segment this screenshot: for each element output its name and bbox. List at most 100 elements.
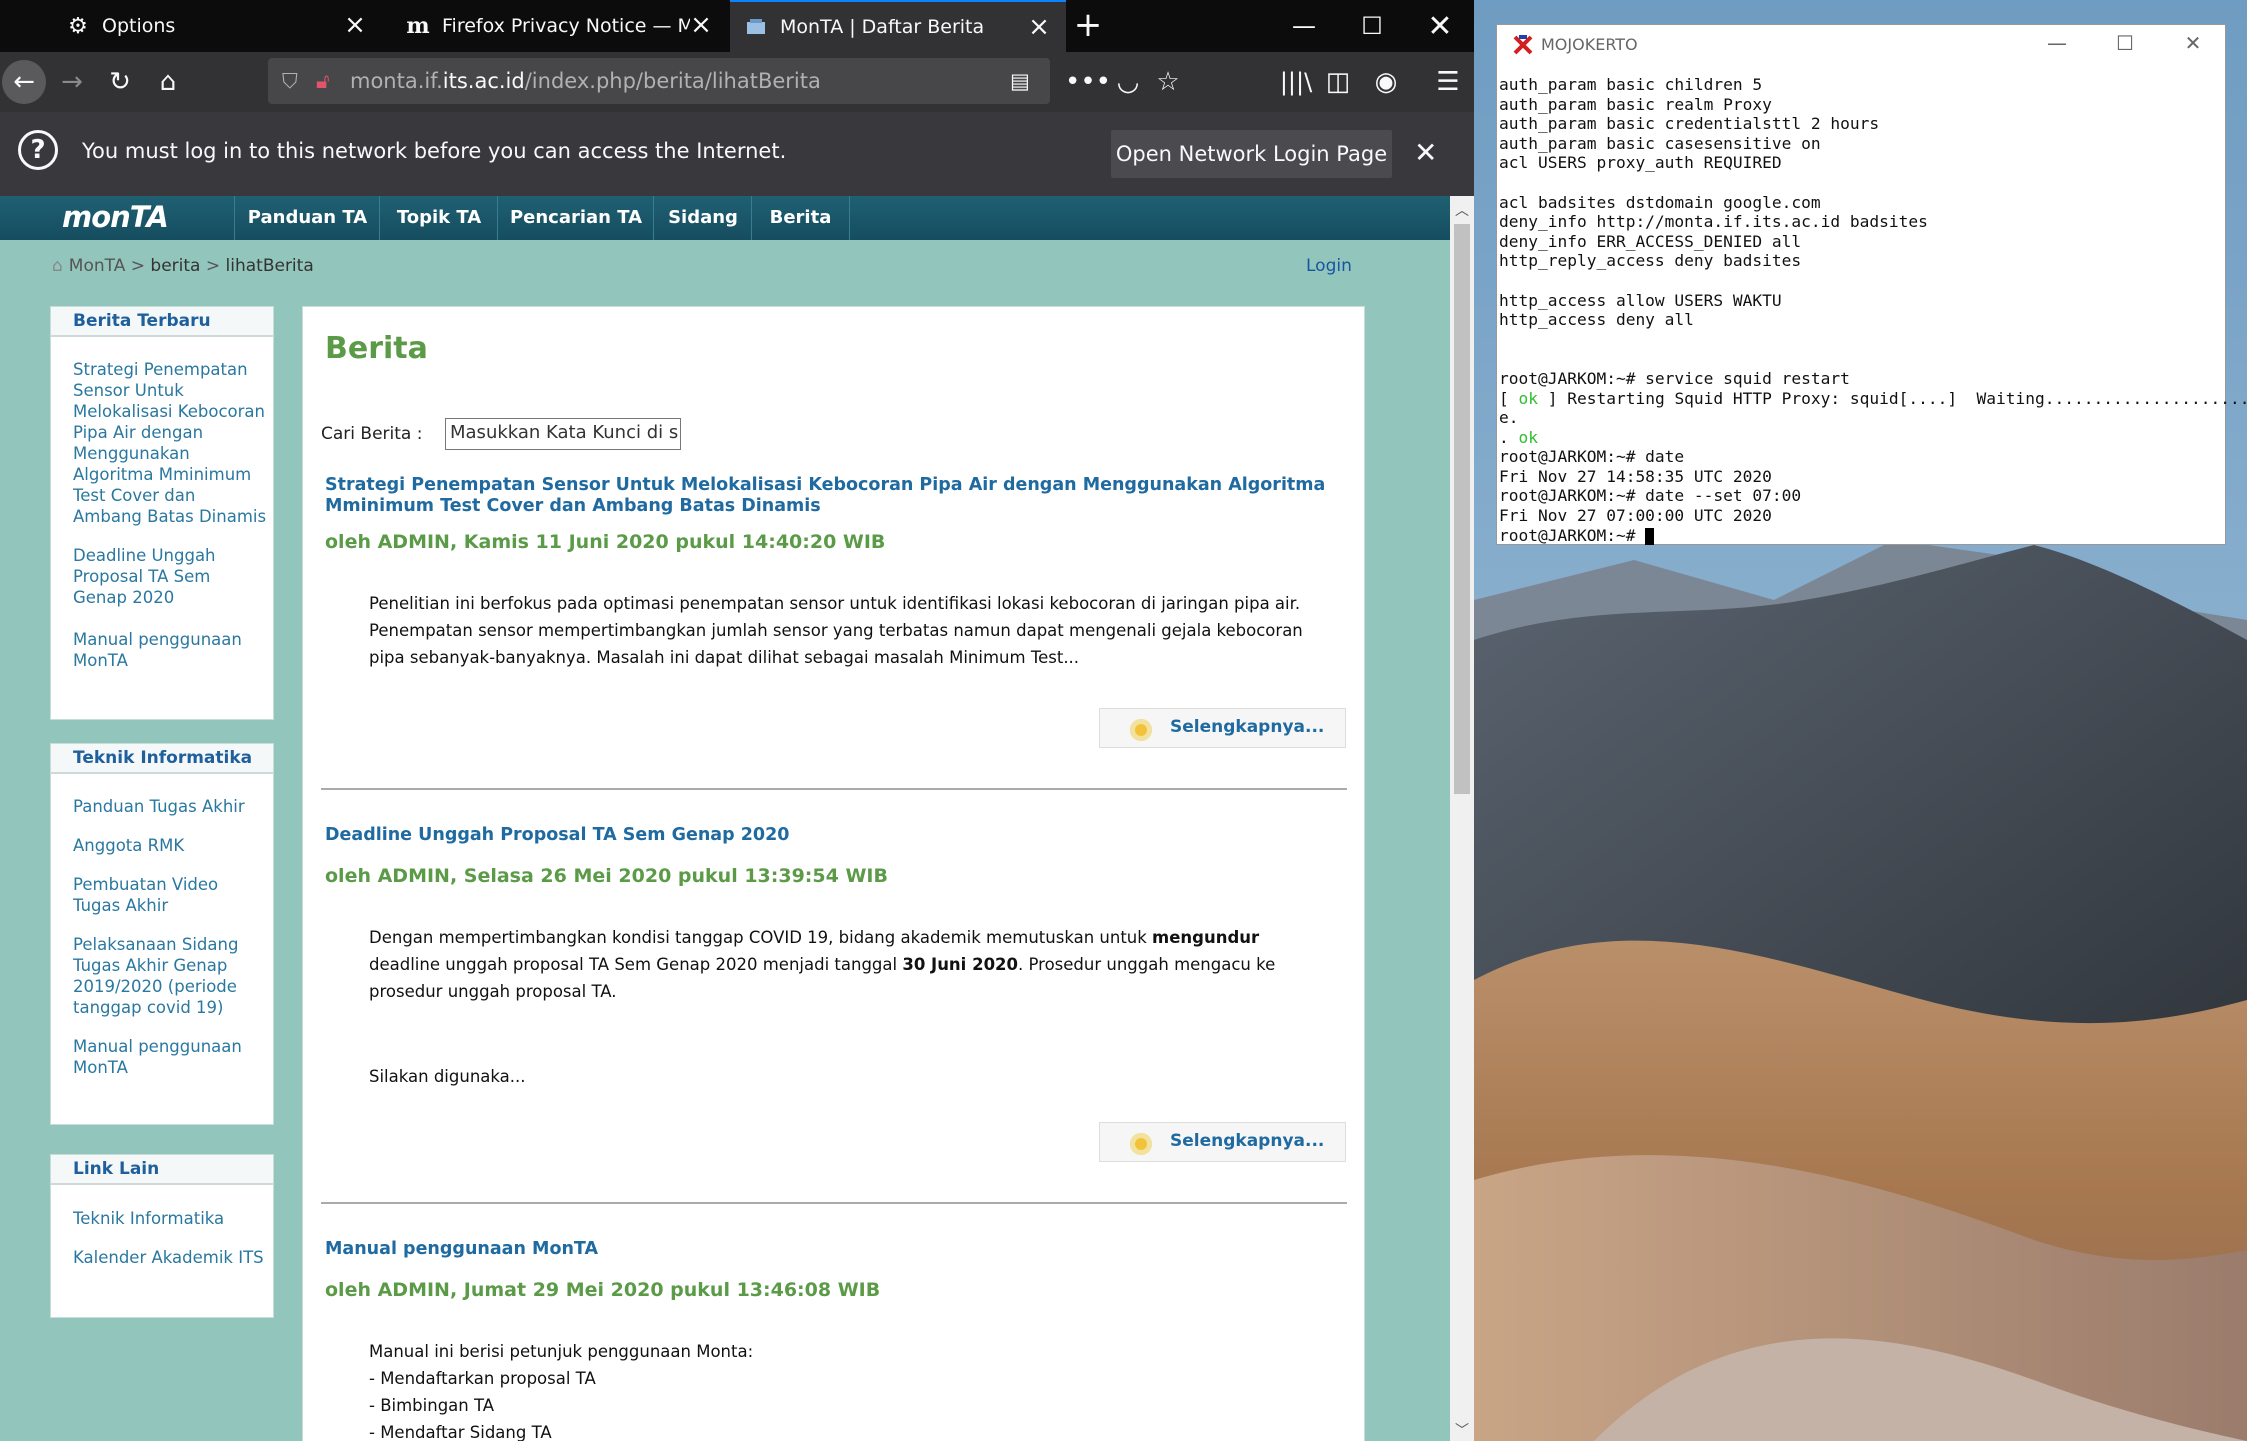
breadcrumb-home[interactable]: MonTA [69, 256, 126, 276]
summary-line: - Mendaftar Sidang TA [369, 1423, 552, 1441]
scrollbar-thumb[interactable] [1454, 224, 1470, 794]
home-icon: ⌂ [52, 256, 63, 276]
reader-view-icon[interactable]: ▤ [1010, 69, 1030, 93]
maximize-button[interactable]: ☐ [2095, 31, 2155, 55]
shield-icon[interactable]: ⛉ [282, 69, 302, 94]
terminal-line: Fri Nov 27 07:00:00 UTC 2020 [1499, 506, 1772, 526]
sidebar-icon[interactable]: ◫ [1320, 64, 1356, 100]
page-scrollbar[interactable]: ︿ ﹀ [1450, 196, 1474, 1441]
summary-text: Dengan mempertimbangkan kondisi tanggap … [369, 928, 1153, 947]
terminal-text: . [1499, 427, 1519, 447]
minimize-button[interactable]: — [1270, 0, 1338, 52]
breadcrumb-section[interactable]: berita [150, 256, 200, 276]
close-icon[interactable]: ✕ [1414, 136, 1437, 169]
read-more-button[interactable]: Selengkapnya... [1099, 708, 1346, 748]
library-icon[interactable]: |||\ [1278, 64, 1314, 100]
terminal-titlebar[interactable]: MOJOKERTO — ☐ ✕ [1497, 25, 2225, 61]
sidebar-link[interactable]: Manual penggunaan MonTA [73, 629, 269, 671]
captive-portal-notification: ? You must log in to this network before… [0, 112, 1474, 196]
web-page: monTA Panduan TA Topik TA Pencarian TA S… [0, 196, 1450, 1441]
breadcrumb-page: lihatBerita [225, 256, 314, 276]
insecure-lock-icon[interactable]: 🔓︎ [316, 69, 336, 94]
site-logo[interactable]: monTA [62, 200, 169, 234]
site-navbar: monTA Panduan TA Topik TA Pencarian TA S… [0, 196, 1450, 240]
terminal-window[interactable]: MOJOKERTO — ☐ ✕ auth_param basic childre… [1496, 24, 2247, 545]
menu-icon[interactable]: ☰ [1430, 64, 1466, 100]
close-icon[interactable]: × [688, 10, 714, 40]
summary-line: - Bimbingan TA [369, 1396, 495, 1415]
minimize-button[interactable]: — [2027, 31, 2087, 55]
sidebar-link[interactable]: Anggota RMK [73, 835, 269, 856]
close-icon[interactable]: × [1026, 12, 1052, 42]
sidebar-link[interactable]: Pelaksanaan Sidang Tugas Akhir Genap 201… [73, 934, 269, 1018]
breadcrumb: ⌂ MonTA > berita > lihatBerita [52, 256, 314, 276]
menu-panduan-ta[interactable]: Panduan TA [234, 196, 380, 240]
read-more-label: Selengkapnya... [1170, 1131, 1325, 1151]
sidebar-link[interactable]: Pembuatan Video Tugas Akhir [73, 874, 269, 916]
bookmark-star-icon[interactable]: ☆ [1150, 64, 1186, 100]
sidebar-link[interactable]: Teknik Informatika [73, 1208, 269, 1229]
sidebar-link[interactable]: Deadline Unggah Proposal TA Sem Genap 20… [73, 545, 269, 608]
account-icon[interactable]: ◉ [1368, 64, 1404, 100]
tab-monta-daftar-berita[interactable]: MonTA | Daftar Berita × [730, 0, 1066, 52]
terminal-line: root@JARKOM:~# service squid restart [1499, 368, 1850, 388]
article-title-link[interactable]: Deadline Unggah Proposal TA Sem Genap 20… [325, 825, 1355, 846]
page-actions-icon[interactable]: ••• [1065, 64, 1111, 100]
sidebox-link-lain: Link Lain Teknik Informatika Kalender Ak… [50, 1154, 274, 1318]
tab-label: MonTA | Daftar Berita [780, 16, 985, 38]
sidebar-link[interactable]: Panduan Tugas Akhir [73, 796, 269, 817]
home-button[interactable]: ⌂ [150, 64, 186, 100]
summary-bold: 30 Juni 2020 [902, 955, 1019, 974]
sidebar-link[interactable]: Manual penggunaan MonTA [73, 1036, 269, 1078]
terminal-ok: ok [1518, 427, 1539, 447]
login-link[interactable]: Login [1306, 256, 1352, 276]
menu-pencarian-ta[interactable]: Pencarian TA [497, 196, 654, 240]
article-summary: Manual ini berisi petunjuk penggunaan Mo… [369, 1338, 1319, 1441]
maximize-button[interactable]: ☐ [1338, 0, 1406, 52]
open-network-login-button[interactable]: Open Network Login Page [1111, 130, 1392, 178]
article-title-link[interactable]: Manual penggunaan MonTA [325, 1239, 1355, 1260]
scroll-up-icon[interactable]: ︿ [1454, 200, 1470, 220]
sidebar-link[interactable]: Kalender Akademik ITS [73, 1247, 269, 1268]
search-input[interactable]: Masukkan Kata Kunci di s [445, 418, 681, 450]
article-summary-continued: Silakan digunaka... [369, 1067, 526, 1086]
back-button[interactable]: ← [2, 60, 46, 104]
menu-topik-ta[interactable]: Topik TA [379, 196, 498, 240]
sidebox-berita-terbaru: Berita Terbaru Strategi Penempatan Senso… [50, 306, 274, 720]
menu-berita[interactable]: Berita [751, 196, 850, 240]
sidebox-title: Link Lain [51, 1155, 273, 1185]
reload-button[interactable]: ↻ [102, 64, 138, 100]
terminal-line: deny_info ERR_ACCESS_DENIED all [1499, 231, 1802, 251]
terminal-text: ] Restarting Squid HTTP Proxy: squid[...… [1538, 388, 2247, 408]
window-close-button[interactable]: ✕ [2163, 31, 2223, 55]
new-tab-button[interactable]: + [1070, 8, 1106, 44]
tab-privacy-notice[interactable]: m Firefox Privacy Notice — Mozilla × [392, 0, 728, 52]
breadcrumb-separator: > [200, 256, 226, 276]
close-icon[interactable]: × [342, 10, 368, 40]
terminal-text: [ [1499, 388, 1519, 408]
summary-line: - Mendaftarkan proposal TA [369, 1369, 596, 1388]
forward-button[interactable]: → [54, 64, 90, 100]
divider [321, 788, 1347, 790]
sidebox-title: Teknik Informatika [51, 744, 273, 774]
terminal-text: e. [1499, 408, 1519, 428]
eye-icon [1130, 1133, 1152, 1155]
gear-icon: ⚙ [68, 13, 88, 39]
sidebox-teknik-informatika: Teknik Informatika Panduan Tugas Akhir A… [50, 743, 274, 1125]
scroll-down-icon[interactable]: ﹀ [1454, 1420, 1470, 1440]
url-bar[interactable]: ⛉ 🔓︎ monta.if. its.ac.id /index.php/beri… [268, 58, 1050, 104]
read-more-button[interactable]: Selengkapnya... [1099, 1122, 1346, 1162]
window-close-button[interactable]: ✕ [1406, 0, 1474, 52]
article-summary: Penelitian ini berfokus pada optimasi pe… [369, 594, 1303, 667]
terminal-line: http_access deny all [1499, 310, 1694, 330]
pocket-icon[interactable]: ◡ [1110, 64, 1146, 100]
breadcrumb-separator: > [125, 256, 151, 276]
terminal-output[interactable]: auth_param basic children 5 auth_param b… [1499, 75, 2247, 545]
terminal-title: MOJOKERTO [1541, 35, 1638, 54]
article-title-link[interactable]: Strategi Penempatan Sensor Untuk Melokal… [325, 475, 1355, 517]
sidebar-link[interactable]: Strategi Penempatan Sensor Untuk Melokal… [73, 359, 269, 527]
url-host: its.ac.id [442, 69, 525, 93]
tab-options[interactable]: ⚙ Options × [52, 0, 382, 52]
menu-sidang[interactable]: Sidang [653, 196, 752, 240]
terminal-line: Fri Nov 27 14:58:35 UTC 2020 [1499, 466, 1772, 486]
